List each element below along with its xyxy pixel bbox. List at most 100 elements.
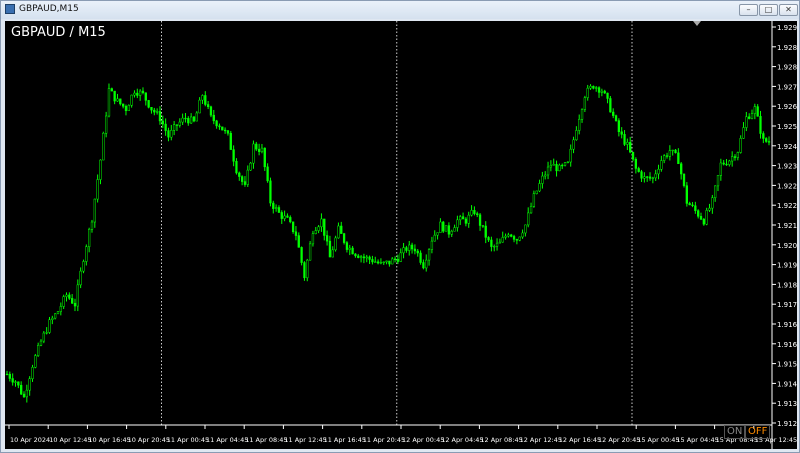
candle-body [342, 233, 346, 243]
chart-shift-marker-icon[interactable] [693, 21, 701, 26]
candle-body [337, 225, 340, 239]
candle-body [750, 113, 754, 119]
candle-body [124, 106, 128, 111]
candle-body [544, 174, 547, 177]
candle-body [348, 247, 351, 250]
price-label: 1.92035 [777, 242, 797, 250]
candle-body [767, 141, 771, 143]
candle-body [121, 103, 125, 107]
candle-body [623, 134, 626, 145]
candle-body [195, 112, 198, 122]
candle-body [294, 231, 298, 236]
candle-body [691, 204, 694, 206]
price-label: 1.92970 [777, 24, 797, 32]
candle-body [745, 116, 748, 128]
candle-body [260, 147, 264, 152]
time-label: 12 Apr 00:45 [402, 436, 444, 444]
candle-body [368, 256, 371, 260]
candle-body [311, 233, 315, 245]
candle-body [130, 94, 133, 106]
candle-body [572, 139, 575, 150]
candle-body [155, 111, 159, 113]
candle-body [269, 180, 272, 204]
window-title: GBPAUD,M15 [19, 4, 79, 14]
candle-body [756, 106, 759, 117]
candle-body [206, 104, 210, 108]
candle-body [677, 152, 680, 164]
candle-body [461, 216, 465, 220]
off-toggle[interactable]: OFF [745, 425, 771, 439]
close-button[interactable]: ✕ [779, 4, 798, 16]
candle-body [255, 143, 258, 150]
candle-body [532, 193, 536, 207]
candle-body [427, 249, 431, 261]
candle-body [308, 243, 312, 261]
candle-body [365, 256, 368, 259]
candle-body [73, 302, 77, 307]
candle-body [442, 221, 445, 232]
candle-body [144, 92, 147, 101]
candle-body [626, 142, 629, 145]
candle-body [147, 100, 150, 108]
time-label: 11 Apr 20:45 [363, 436, 405, 444]
candle-body [178, 121, 181, 126]
candle-body [603, 90, 606, 94]
candle-body [697, 210, 700, 217]
candle-body [226, 130, 230, 134]
candle-body [529, 206, 533, 214]
candle-body [484, 225, 487, 238]
candle-body [541, 175, 544, 184]
candle-body [172, 124, 176, 131]
maximize-icon: □ [764, 5, 773, 14]
minimize-button[interactable]: – [739, 4, 758, 16]
candle-body [447, 225, 451, 235]
candle-body [240, 176, 244, 182]
candle-body [249, 162, 252, 171]
candle-body [739, 138, 742, 153]
candle-body [184, 117, 187, 120]
candle-body [518, 236, 521, 241]
candle-body [22, 393, 26, 398]
candle-body [351, 247, 354, 255]
candle-body [34, 355, 37, 368]
price-label: 1.91950 [777, 262, 797, 270]
candle-body [20, 384, 23, 395]
candle-body [56, 311, 60, 315]
candle-body [314, 230, 317, 234]
candle-body [663, 155, 666, 161]
candle-body [439, 221, 442, 233]
candle-body [759, 116, 762, 134]
candle-body [396, 258, 400, 262]
candle-body [592, 85, 595, 89]
candle-body [422, 262, 425, 269]
candle-body [334, 237, 337, 251]
candle-body [410, 244, 414, 250]
candle-body [708, 207, 711, 211]
candle-body [11, 378, 14, 383]
candle-body [382, 261, 385, 264]
candle-body [702, 218, 705, 225]
candle-body [153, 109, 156, 113]
candle-body [685, 185, 689, 204]
candle-body [762, 133, 765, 139]
candle-body [478, 214, 482, 226]
candle-body [578, 119, 581, 131]
candle-body [235, 161, 238, 174]
candle-body [665, 155, 669, 157]
candle-body [580, 109, 584, 120]
candle-body [93, 198, 96, 223]
candle-body [470, 210, 473, 216]
candle-body [569, 148, 572, 163]
time-label: 10 Apr 12:45 [49, 436, 91, 444]
candle-body [345, 242, 349, 250]
candle-body [59, 306, 62, 312]
candle-body [87, 229, 91, 247]
title-bar[interactable]: GBPAUD,M15 – □ ✕ [1, 1, 799, 19]
price-label: 1.91525 [777, 361, 797, 369]
candle-body [167, 130, 170, 138]
chart-canvas[interactable]: 1.92970 1.92885 1.92800 1.92715 1.92630 1.925… [5, 21, 797, 449]
maximize-button[interactable]: □ [759, 4, 778, 16]
on-toggle[interactable]: ON [724, 425, 746, 439]
candle-body [68, 294, 71, 299]
candle-body [320, 218, 323, 228]
